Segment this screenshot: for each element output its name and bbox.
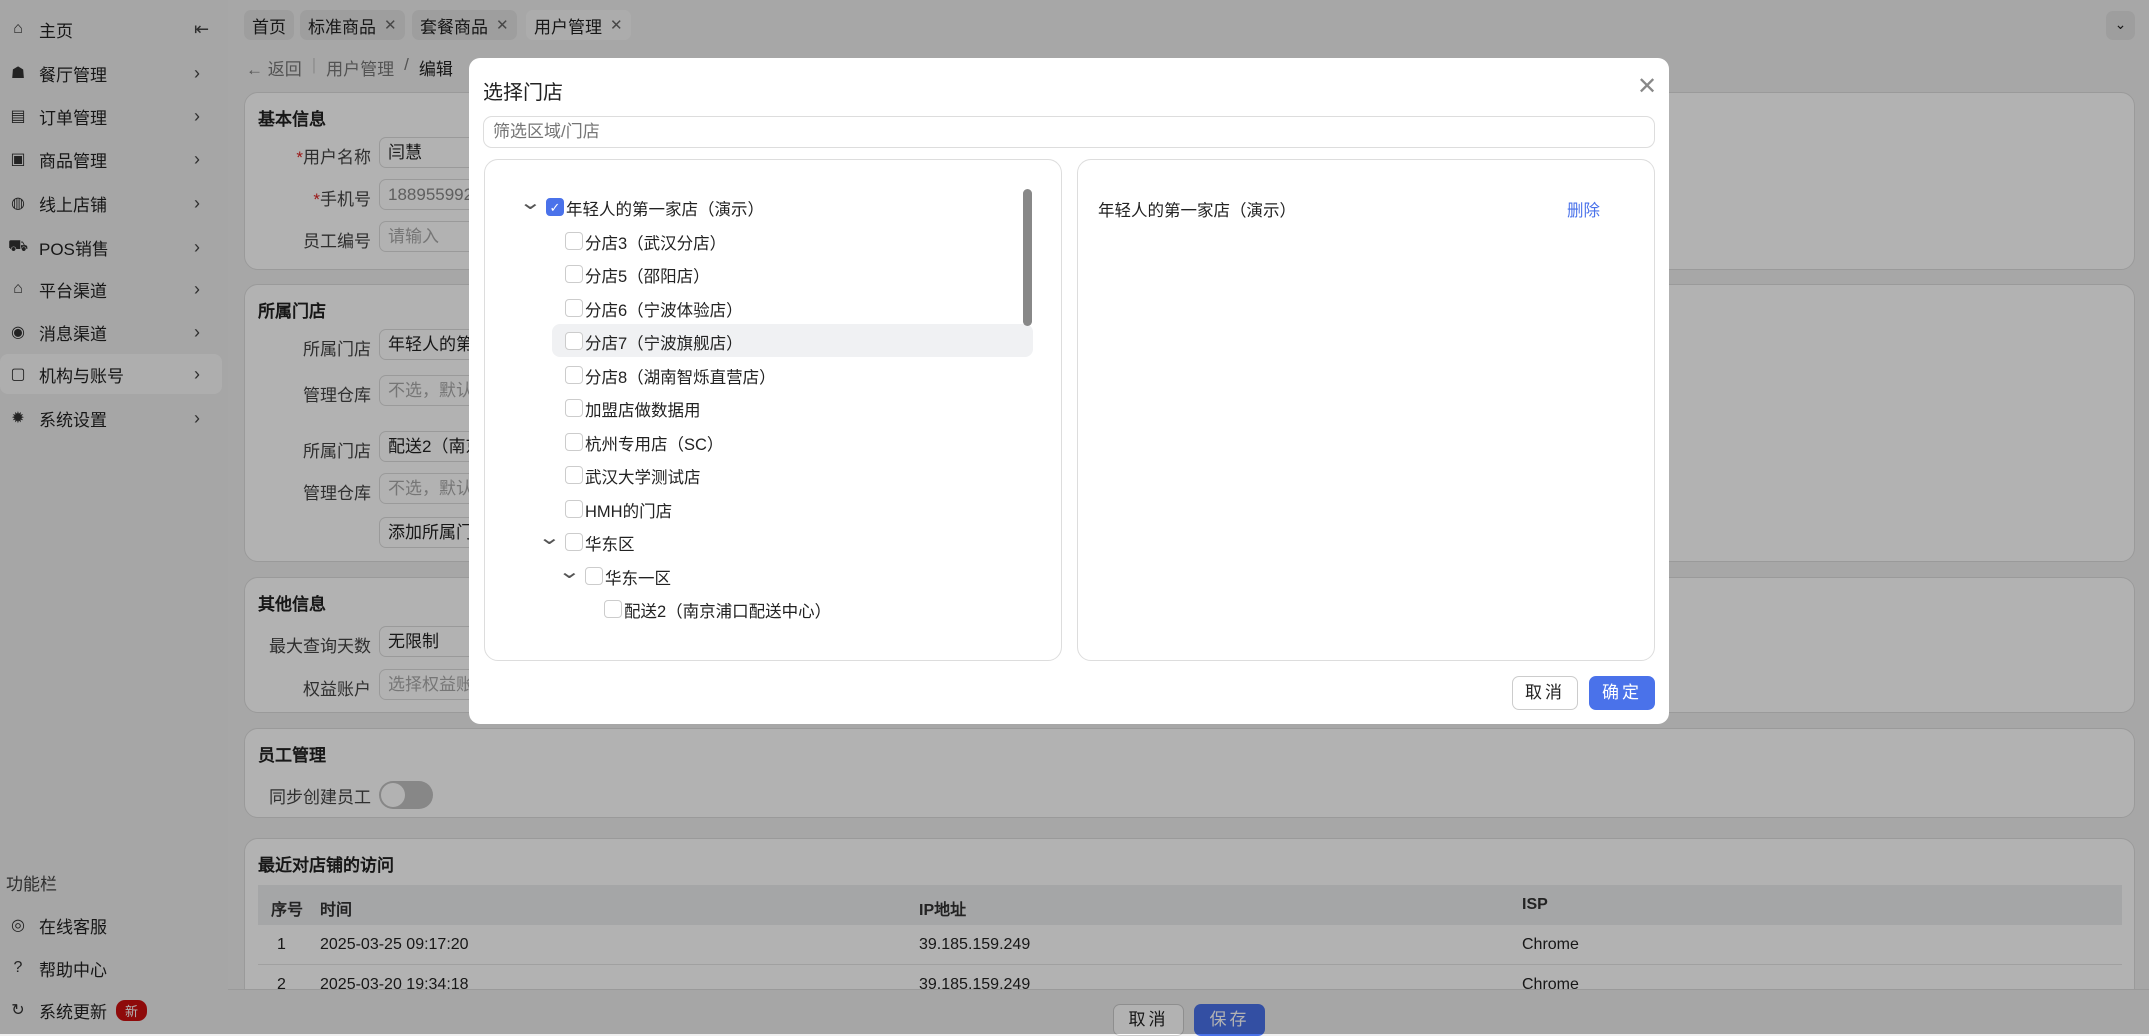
tree-node[interactable]: 武汉大学测试店: [485, 458, 1061, 491]
checkbox[interactable]: [565, 265, 583, 283]
tree-node-label: 分店3（武汉分店）: [585, 234, 727, 253]
checkbox[interactable]: ✓: [546, 198, 564, 216]
tree-node-label: 分店5（邵阳店）: [585, 268, 710, 286]
tree-node-label: HMH的门店: [585, 502, 673, 521]
tree-node[interactable]: 分店7（宁波旗舰店）: [485, 324, 1061, 357]
checkbox[interactable]: [604, 600, 622, 618]
store-tree-panel: ⌄ ✓ 年轻人的第一家店（演示） 分店3（武汉分店） 分店5（邵阳店） 分店6（宁波体验店…: [484, 159, 1062, 661]
tree-node-label: 华东一区: [605, 569, 671, 588]
tree-node[interactable]: ⌄ 华东区: [485, 525, 1061, 558]
tree-node-label: 分店6（宁波体验店）: [585, 301, 743, 320]
store-filter-input[interactable]: [483, 116, 1655, 148]
tree-node[interactable]: 杭州专用店（SC）: [485, 425, 1061, 458]
tree-node-label: 武汉大学测试店: [585, 469, 701, 487]
select-store-dialog: 选择门店 ✕ ⌄✓年轻人的第一家店（演示）分店3（武汉分店）分店5（邵阳店）分店…: [469, 58, 1669, 724]
tree-node-label: 加盟店做数据用: [585, 402, 701, 420]
scrollbar[interactable]: [1023, 189, 1032, 326]
checkbox[interactable]: [565, 466, 583, 484]
tree-node[interactable]: HMH的门店: [485, 492, 1061, 525]
dialog-confirm-button[interactable]: 确定: [1589, 676, 1655, 710]
checkbox[interactable]: [565, 533, 583, 551]
dialog-cancel-button[interactable]: 取消: [1512, 676, 1578, 710]
selected-stores-panel: 年轻人的第一家店（演示） 删除: [1077, 159, 1655, 661]
remove-store-link[interactable]: 删除: [1567, 197, 1600, 221]
tree-node[interactable]: 分店8（湖南智烁直营店）: [485, 358, 1061, 391]
chevron-down-icon[interactable]: ⌄: [558, 559, 581, 584]
checkbox[interactable]: [565, 231, 583, 250]
checkbox[interactable]: [565, 298, 583, 317]
chevron-down-icon[interactable]: ⌄: [538, 525, 561, 550]
tree-node[interactable]: ⌄ 华东一区: [485, 559, 1061, 592]
chevron-down-icon[interactable]: ⌄: [519, 190, 542, 215]
tree-node-label: 华东区: [585, 536, 635, 554]
tree-node[interactable]: 分店6（宁波体验店）: [485, 291, 1061, 324]
checkbox[interactable]: [565, 432, 583, 451]
close-icon[interactable]: ✕: [1637, 72, 1657, 101]
tree-node[interactable]: 分店3（武汉分店）: [485, 224, 1061, 257]
tree-node-label: 配送2（南京浦口配送中心）: [624, 603, 832, 621]
checkbox[interactable]: [565, 332, 583, 350]
selected-store-label: 年轻人的第一家店（演示）: [1098, 202, 1296, 220]
tree-node[interactable]: 配送2（南京浦口配送中心）: [485, 592, 1061, 625]
checkbox[interactable]: [565, 399, 583, 417]
selected-store-item: 年轻人的第一家店（演示） 删除: [1098, 197, 1638, 223]
tree-node-label: 杭州专用店（SC）: [585, 435, 724, 454]
checkbox[interactable]: [585, 566, 603, 585]
dialog-title: 选择门店: [483, 82, 563, 104]
tree-node-label: 分店7（宁波旗舰店）: [585, 335, 743, 353]
tree-node-label: 年轻人的第一家店（演示）: [566, 201, 764, 219]
tree-node-label: 分店8（湖南智烁直营店）: [585, 368, 776, 387]
checkbox[interactable]: [565, 499, 583, 518]
tree-node[interactable]: ⌄ ✓ 年轻人的第一家店（演示）: [485, 190, 1061, 223]
checkbox[interactable]: [565, 365, 583, 384]
tree-node[interactable]: 加盟店做数据用: [485, 391, 1061, 424]
tree-node[interactable]: 分店5（邵阳店）: [485, 257, 1061, 290]
